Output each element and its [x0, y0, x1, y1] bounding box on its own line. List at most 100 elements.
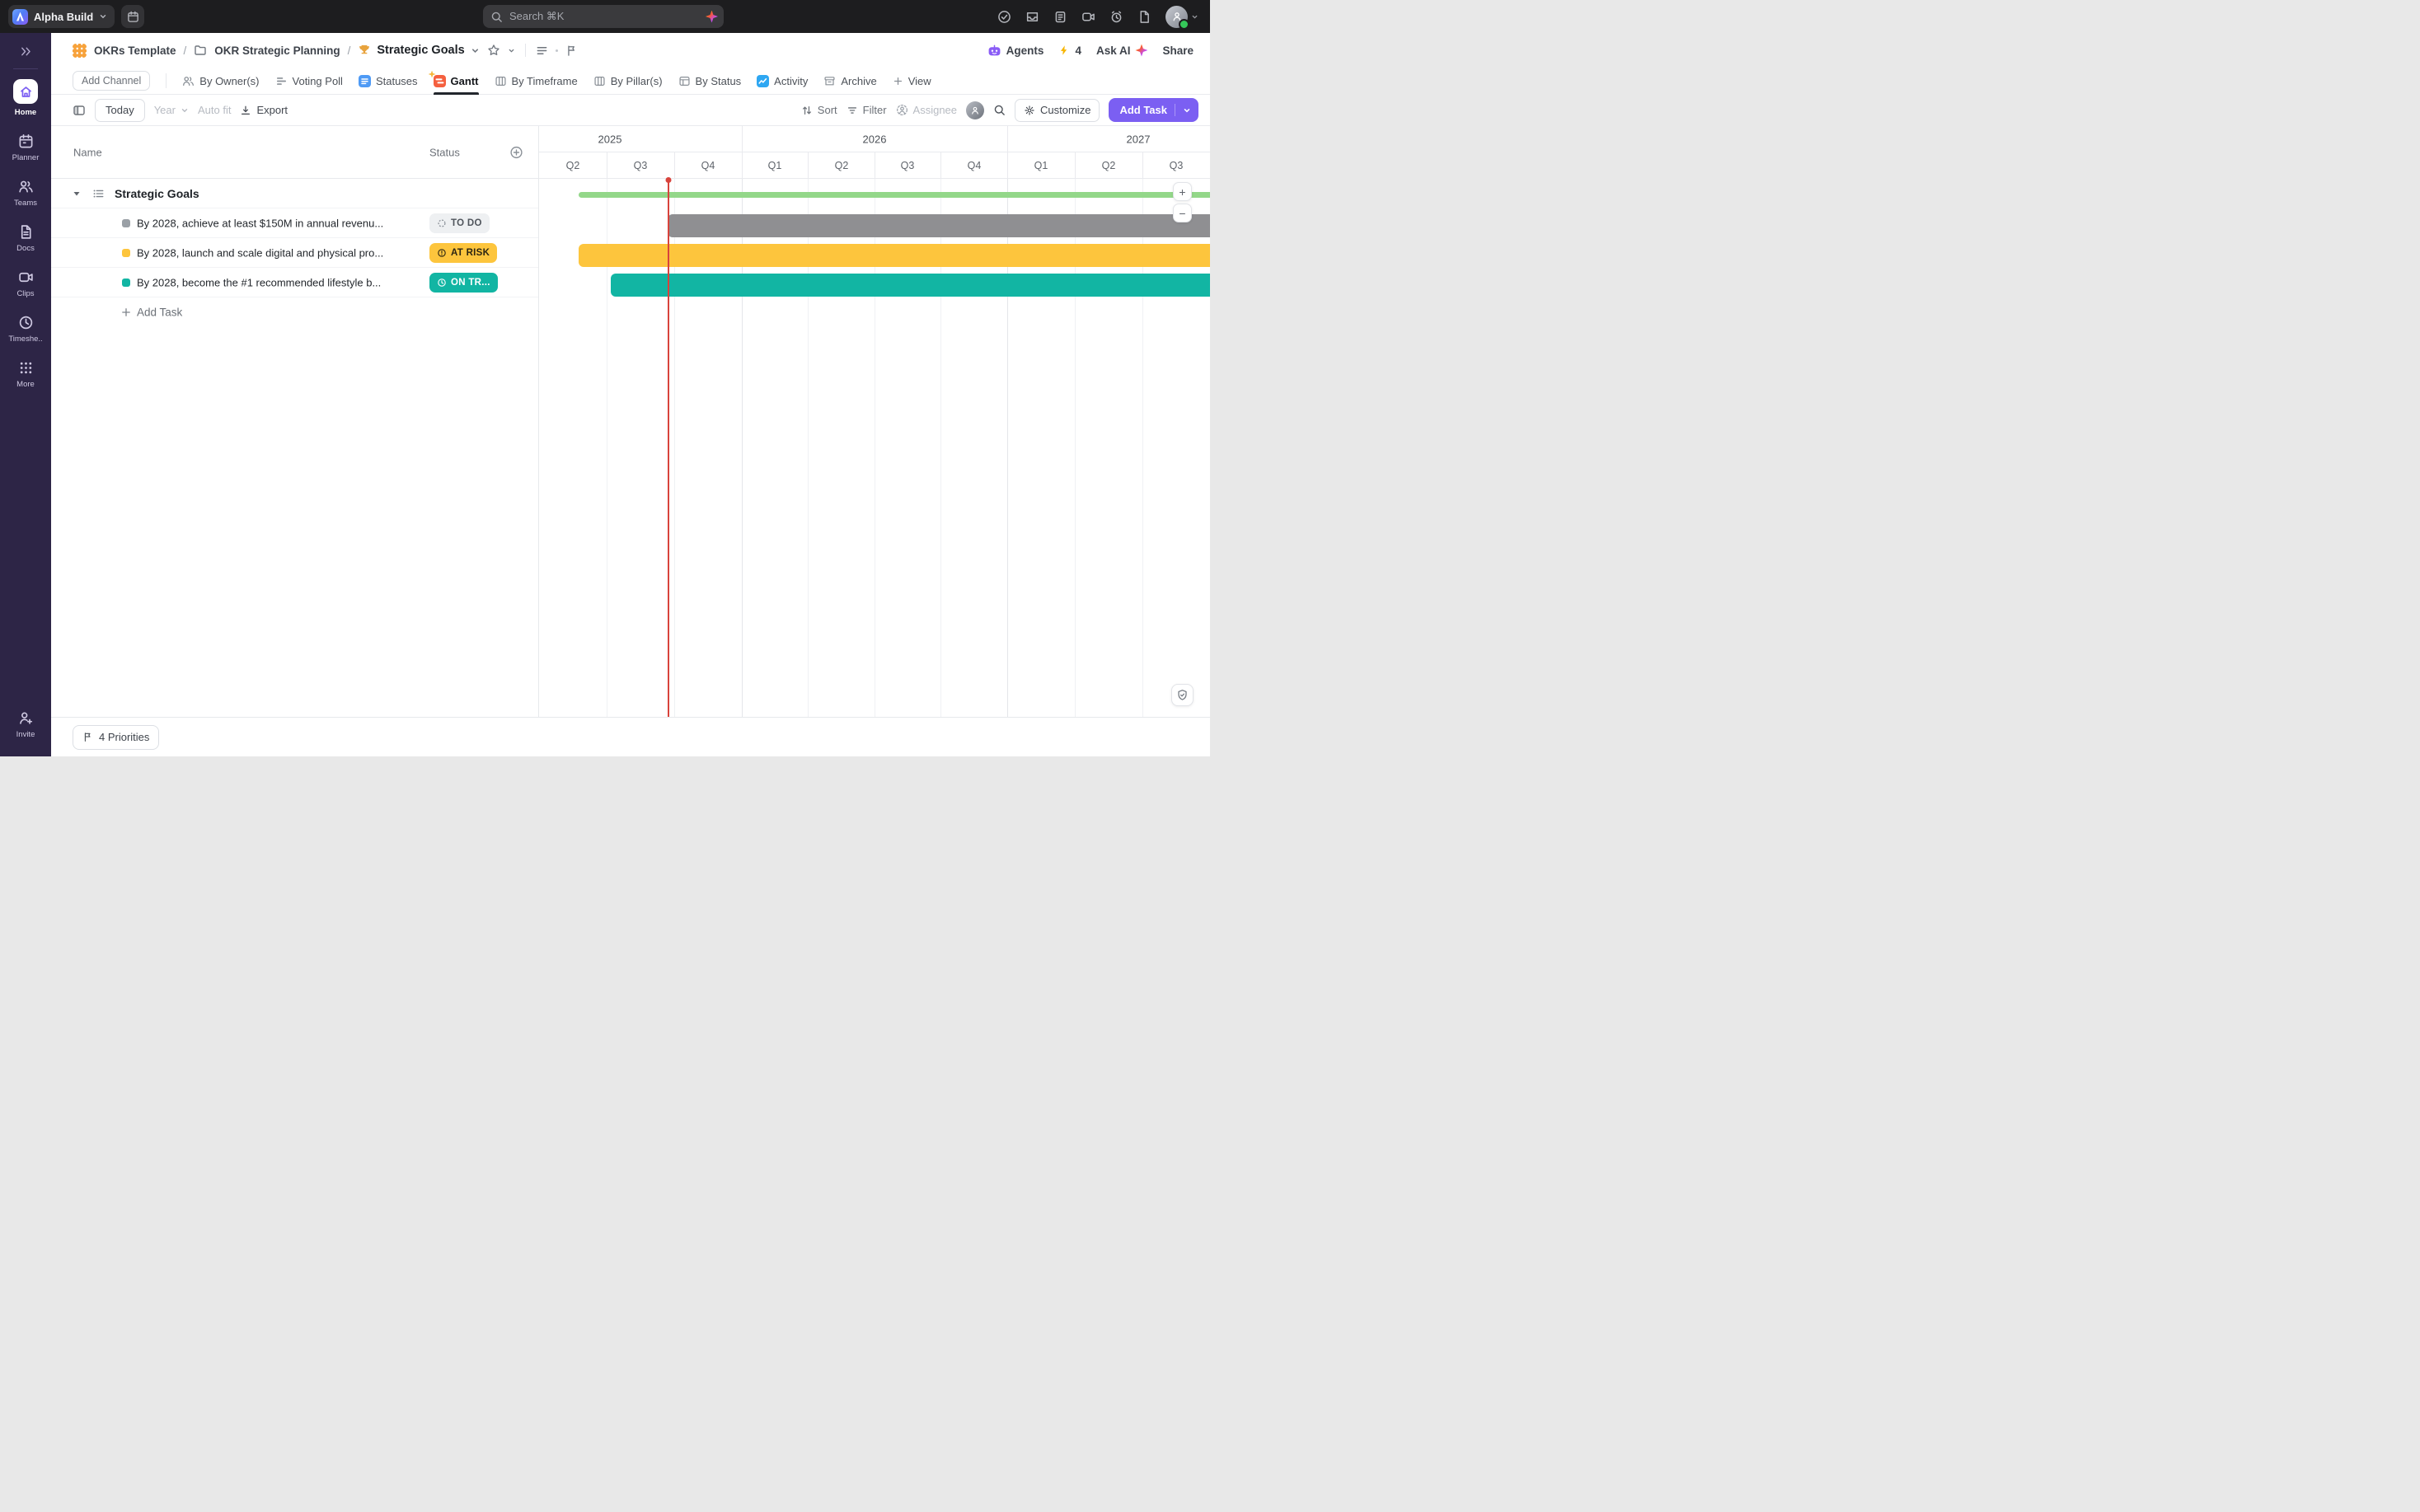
clips-video-icon[interactable] — [1081, 10, 1095, 24]
task-name[interactable]: By 2028, become the #1 recommended lifes… — [137, 276, 381, 288]
boost-counter[interactable]: 4 — [1058, 44, 1081, 57]
agents-robot-icon — [987, 44, 1001, 58]
status-badge[interactable]: TO DO — [429, 213, 490, 233]
plus-icon — [893, 76, 903, 87]
ai-sparkle-icon — [1135, 44, 1147, 57]
task-status-square[interactable] — [122, 279, 130, 287]
sidebar-item-clips[interactable]: Clips — [0, 269, 51, 298]
board-icon — [593, 75, 606, 87]
invite-person-plus-icon — [17, 709, 34, 726]
task-row[interactable]: By 2028, become the #1 recommended lifes… — [51, 268, 538, 297]
user-menu[interactable] — [1165, 6, 1198, 28]
breadcrumb-root[interactable]: OKRs Template — [94, 44, 176, 57]
task-bar-on-track[interactable] — [611, 274, 1210, 297]
toggle-sidebar-panel-button[interactable] — [73, 104, 86, 117]
tab-voting-poll[interactable]: Voting Poll — [275, 68, 343, 95]
clips-icon — [17, 269, 34, 285]
search-input[interactable]: Search ⌘K — [483, 5, 724, 28]
tab-label: Archive — [841, 75, 876, 87]
add-task-button[interactable]: Add Task — [1109, 98, 1198, 122]
task-row[interactable]: By 2028, achieve at least $150M in annua… — [51, 208, 538, 238]
workspace-switcher[interactable]: Alpha Build — [8, 5, 115, 28]
sidebar-item-teams[interactable]: Teams — [0, 178, 51, 208]
group-label[interactable]: Strategic Goals — [115, 187, 199, 200]
tab-by-timeframe[interactable]: By Timeframe — [495, 68, 578, 95]
notepad-icon[interactable] — [1053, 10, 1067, 24]
gantt-toolbar: Today Year Auto fit Export Sort Filter — [51, 95, 1210, 126]
privacy-shield-button[interactable] — [1171, 684, 1194, 706]
share-button[interactable]: Share — [1162, 44, 1194, 57]
zoom-in-button[interactable]: + — [1173, 182, 1192, 201]
add-view-button[interactable]: View — [893, 68, 931, 95]
add-column-button[interactable] — [509, 145, 523, 159]
collapse-caret-icon[interactable] — [72, 189, 82, 199]
zoom-out-button[interactable]: − — [1173, 204, 1192, 222]
tab-archive[interactable]: Archive — [823, 68, 876, 95]
sidebar: Home Planner Teams Docs Clips — [0, 33, 51, 756]
today-button[interactable]: Today — [95, 99, 145, 122]
customize-label: Customize — [1040, 104, 1090, 116]
docs-icon[interactable] — [1137, 10, 1151, 24]
home-icon — [13, 79, 38, 104]
customize-button[interactable]: Customize — [1015, 99, 1100, 122]
calendar-button[interactable] — [121, 5, 144, 28]
sidebar-item-invite[interactable]: Invite — [0, 709, 51, 739]
sidebar-item-home[interactable]: Home — [0, 79, 51, 117]
add-task-row[interactable]: Add Task — [51, 297, 538, 327]
status-column-header: Status — [429, 146, 460, 158]
quick-action-check-icon[interactable] — [997, 10, 1011, 24]
auto-fit-button[interactable]: Auto fit — [198, 104, 231, 116]
sidebar-item-timesheet[interactable]: Timeshe.. — [0, 314, 51, 344]
chevron-down-icon[interactable] — [508, 47, 515, 54]
task-status-square[interactable] — [122, 219, 130, 227]
tab-by-pillars[interactable]: By Pillar(s) — [593, 68, 663, 95]
search-placeholder: Search ⌘K — [509, 10, 699, 23]
calendar-icon — [127, 11, 139, 23]
task-name[interactable]: By 2028, achieve at least $150M in annua… — [137, 217, 383, 229]
quarter-header-row: Q2 Q3 Q4 Q1 Q2 Q3 Q4 Q1 Q2 Q3 — [539, 152, 1210, 179]
group-row[interactable]: Strategic Goals — [51, 179, 538, 208]
tab-gantt[interactable]: Gantt — [434, 68, 479, 95]
task-name[interactable]: By 2028, launch and scale digital and ph… — [137, 246, 383, 259]
favorite-star-icon[interactable] — [487, 44, 500, 57]
sidebar-item-more[interactable]: More — [0, 359, 51, 389]
agents-button[interactable]: Agents — [987, 44, 1044, 58]
person-icon — [970, 105, 980, 115]
sidebar-expand-button[interactable] — [0, 40, 51, 63]
inbox-icon[interactable] — [1025, 10, 1039, 24]
filter-button[interactable]: Filter — [847, 104, 887, 116]
task-bar-at-risk[interactable] — [579, 244, 1210, 267]
zoom-controls: + − — [1173, 182, 1192, 222]
ask-ai-label: Ask AI — [1096, 44, 1131, 57]
assignee-avatar[interactable] — [966, 101, 984, 119]
quarter-label: Q4 — [701, 160, 715, 171]
ai-sparkle-icon[interactable] — [706, 11, 718, 23]
flag-icon[interactable] — [565, 44, 578, 57]
priorities-pill[interactable]: 4 Priorities — [73, 725, 159, 750]
search-in-view-button[interactable] — [993, 104, 1006, 116]
year-label: 2025 — [598, 133, 622, 145]
sort-button[interactable]: Sort — [801, 104, 837, 116]
task-row[interactable]: By 2028, launch and scale digital and ph… — [51, 238, 538, 268]
app-window: Alpha Build Search ⌘K — [0, 0, 1210, 756]
tab-activity[interactable]: Activity — [757, 68, 808, 95]
reminders-clock-icon[interactable] — [1109, 10, 1123, 24]
ask-ai-button[interactable]: Ask AI — [1096, 44, 1148, 57]
breadcrumb-folder[interactable]: OKR Strategic Planning — [214, 44, 340, 57]
tab-by-status[interactable]: By Status — [678, 68, 742, 95]
page-title-group[interactable]: Strategic Goals — [358, 44, 479, 57]
sidebar-item-planner[interactable]: Planner — [0, 133, 51, 162]
tab-by-owners[interactable]: By Owner(s) — [182, 68, 259, 95]
list-view-icon[interactable] — [536, 44, 548, 57]
status-badge[interactable]: AT RISK — [429, 243, 497, 263]
sidebar-item-docs[interactable]: Docs — [0, 223, 51, 253]
group-summary-bar[interactable] — [579, 192, 1210, 198]
status-badge[interactable]: ON TR... — [429, 273, 498, 293]
assignee-filter-button[interactable]: Assignee — [896, 104, 957, 116]
export-button[interactable]: Export — [240, 104, 288, 116]
add-channel-button[interactable]: Add Channel — [73, 71, 150, 91]
task-bar-todo[interactable] — [668, 214, 1210, 237]
tab-statuses[interactable]: Statuses — [359, 68, 418, 95]
task-status-square[interactable] — [122, 249, 130, 257]
range-select[interactable]: Year — [154, 104, 189, 116]
